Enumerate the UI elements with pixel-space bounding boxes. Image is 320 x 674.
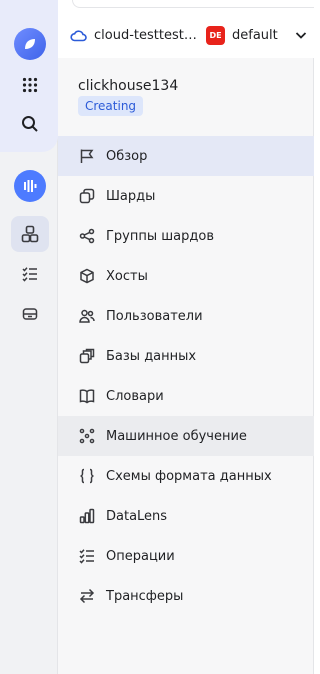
search-icon[interactable]	[17, 111, 43, 137]
cube-icon	[78, 267, 96, 285]
menu-item-shard-groups[interactable]: Группы шардов	[58, 216, 314, 256]
menu-item-label: Схемы формата данных	[106, 468, 272, 484]
menu-item-databases[interactable]: Базы данных	[58, 336, 314, 376]
operations-list-icon	[78, 547, 96, 565]
menu-item-label: Обзор	[106, 148, 148, 164]
databases-icon	[78, 347, 96, 365]
shards-icon	[78, 187, 96, 205]
env-badge: DE	[206, 25, 225, 45]
menu-item-dictionaries[interactable]: Словари	[58, 376, 314, 416]
cloud-logo-icon[interactable]	[14, 28, 46, 60]
flag-icon	[78, 147, 96, 165]
menu-item-users[interactable]: Пользователи	[58, 296, 314, 336]
transfer-arrows-icon	[78, 587, 96, 605]
bar-chart-icon	[78, 507, 96, 525]
menu-item-label: Словари	[106, 388, 164, 404]
menu-item-label: Шарды	[106, 188, 156, 204]
cloud-icon	[70, 29, 87, 42]
menu-item-label: Операции	[106, 548, 175, 564]
status-badge: Creating	[78, 96, 144, 116]
ml-dots-icon	[78, 427, 96, 445]
left-rail	[0, 0, 58, 674]
menu-item-datalens[interactable]: DataLens	[58, 496, 314, 536]
menu-item-hosts[interactable]: Хосты	[58, 256, 314, 296]
cluster-menu: Обзор Шарды Группы шардов Хосты Пользова…	[58, 136, 314, 616]
menu-item-shards[interactable]: Шарды	[58, 176, 314, 216]
book-icon	[78, 387, 96, 405]
menu-item-data-format-schemas[interactable]: Схемы формата данных	[58, 456, 314, 496]
top-bar-edge	[72, 0, 314, 8]
menu-item-transfers[interactable]: Трансферы	[58, 576, 314, 616]
menu-item-label: Хосты	[106, 268, 148, 284]
cluster-sidebar: clickhouse134 Creating Обзор Шарды Групп…	[58, 58, 314, 674]
list-icon[interactable]	[17, 261, 43, 287]
clickhouse-service-icon[interactable]	[14, 170, 46, 202]
menu-item-operations[interactable]: Операции	[58, 536, 314, 576]
menu-item-label: Машинное обучение	[106, 428, 247, 444]
folder-name-link[interactable]: cloud-testtestte…	[94, 28, 198, 43]
env-name[interactable]: default	[232, 28, 278, 43]
users-icon	[78, 307, 96, 325]
clusters-icon[interactable]	[11, 216, 49, 252]
chevron-down-icon[interactable]	[294, 28, 308, 42]
menu-item-label: Группы шардов	[106, 228, 214, 244]
share-nodes-icon	[78, 227, 96, 245]
cluster-name: clickhouse134	[78, 78, 179, 94]
menu-item-label: Базы данных	[106, 348, 197, 364]
menu-item-label: DataLens	[106, 508, 168, 524]
storage-icon[interactable]	[17, 301, 43, 327]
braces-icon	[78, 467, 96, 485]
apps-grid-icon[interactable]	[17, 72, 43, 98]
menu-item-overview[interactable]: Обзор	[58, 136, 314, 176]
menu-item-label: Трансферы	[106, 588, 184, 604]
menu-item-label: Пользователи	[106, 308, 203, 324]
menu-item-machine-learning[interactable]: Машинное обучение	[58, 416, 314, 456]
breadcrumb: cloud-testtestte… DE default	[70, 22, 308, 48]
